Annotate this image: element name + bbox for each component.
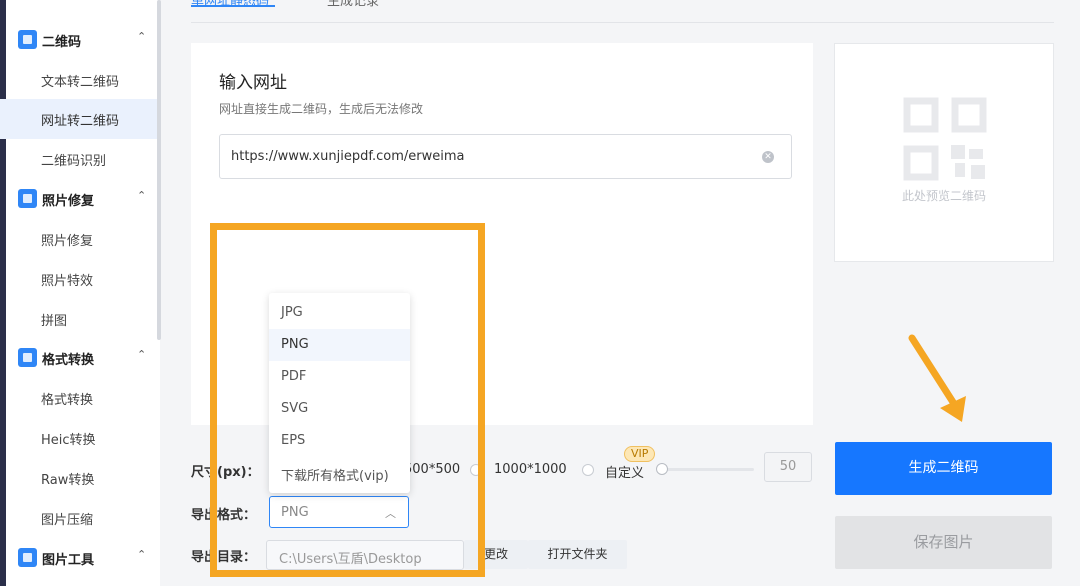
vip-badge: VIP [624, 446, 656, 462]
format-option-jpg[interactable]: JPG [269, 297, 410, 329]
directory-input[interactable]: C:\Users\互盾\Desktop [266, 540, 464, 570]
sidebar-scrollbar[interactable] [157, 0, 161, 340]
size-label: 尺寸(px)： [191, 465, 260, 480]
sidebar-item-label: 照片修复 [41, 234, 94, 249]
sidebar-item-label: 文本转二维码 [41, 75, 120, 90]
save-image-button[interactable]: 保存图片 [835, 516, 1052, 569]
sidebar-item-photo-repair[interactable]: 照片修复 [0, 219, 160, 259]
sidebar-group-label: 照片修复 [42, 194, 95, 209]
tab-history[interactable]: 生成记录 [327, 0, 379, 9]
sidebar-item-label: 网址转二维码 [41, 114, 120, 129]
sidebar-group-label: 图片工具 [42, 553, 95, 568]
format-option-label: SVG [281, 401, 309, 416]
chevron-up-icon: ⌃ [137, 548, 147, 561]
sidebar-item-label: Raw转换 [41, 473, 95, 488]
sidebar-item-collage[interactable]: 拼图 [0, 299, 160, 339]
size-option-custom[interactable]: 自定义 [605, 462, 644, 481]
card-subtitle: 网址直接生成二维码，生成后无法修改 [219, 102, 424, 116]
change-directory-button[interactable]: 更改 [464, 540, 528, 569]
sidebar-group-qrcode[interactable]: 二维码 ⌃ [0, 20, 160, 60]
format-select-value: PNG [281, 505, 309, 520]
image-tools-group-icon [18, 548, 37, 567]
sidebar-item-label: 二维码识别 [41, 154, 107, 169]
format-label: 导出格式： [191, 508, 257, 523]
sidebar-group-photo-repair[interactable]: 照片修复 ⌃ [0, 179, 160, 219]
format-option-label: 下载所有格式(vip) [281, 469, 389, 484]
sidebar-item-label: 拼图 [41, 314, 68, 329]
sidebar-item-label: Heic转换 [41, 433, 96, 448]
tab-divider [191, 22, 1054, 23]
chevron-up-icon: ︿ [385, 507, 396, 520]
directory-label: 导出目录： [191, 550, 257, 565]
sidebar-item-heic-convert[interactable]: Heic转换 [0, 418, 160, 458]
format-option-all[interactable]: 下载所有格式(vip) [269, 457, 410, 489]
photo-group-icon [18, 189, 37, 208]
format-dropdown-menu: JPG PNG PDF SVG EPS 下载所有格式(vip) [269, 293, 410, 493]
sidebar-item-text-to-qr[interactable]: 文本转二维码 [0, 60, 160, 100]
format-option-svg[interactable]: SVG [269, 393, 410, 425]
size-slider-thumb[interactable] [656, 463, 668, 475]
format-option-pdf[interactable]: PDF [269, 361, 410, 393]
annotation-arrow-icon [908, 334, 966, 422]
convert-group-icon [18, 348, 37, 367]
open-folder-button[interactable]: 打开文件夹 [528, 540, 627, 569]
custom-size-input[interactable]: 50 [764, 452, 812, 482]
size-option-500[interactable]: 500*500 [404, 462, 460, 477]
directory-input-value: C:\Users\互盾\Desktop [279, 552, 422, 567]
format-option-png[interactable]: PNG [269, 329, 410, 361]
url-input[interactable]: https://www.xunjiepdf.com/erweima ✕ [219, 134, 792, 179]
sidebar-item-label: 图片压缩 [41, 513, 94, 528]
sidebar-group-label: 二维码 [42, 35, 82, 50]
sidebar-item-image-compress[interactable]: 图片压缩 [0, 498, 160, 538]
sidebar-group-format-convert[interactable]: 格式转换 ⌃ [0, 338, 160, 378]
sidebar-item-url-to-qr[interactable]: 网址转二维码 [0, 99, 160, 139]
size-radio-custom[interactable] [582, 464, 594, 476]
chevron-up-icon: ⌃ [137, 189, 147, 202]
qr-preview-panel: 此处预览二维码 [834, 43, 1054, 262]
sidebar-item-raw-convert[interactable]: Raw转换 [0, 458, 160, 498]
qr-placeholder-icon [903, 97, 987, 181]
url-input-value: https://www.xunjiepdf.com/erweima [231, 149, 465, 164]
size-radio-1000[interactable] [470, 464, 482, 476]
sidebar-item-photo-effects[interactable]: 照片特效 [0, 259, 160, 299]
format-option-label: PDF [281, 369, 307, 384]
chevron-up-icon: ⌃ [137, 30, 147, 43]
sidebar-item-label: 格式转换 [41, 393, 94, 408]
size-slider-track[interactable] [662, 468, 754, 471]
sidebar-item-format-convert[interactable]: 格式转换 [0, 378, 160, 418]
format-option-label: JPG [281, 305, 303, 320]
tab-active-indicator [191, 5, 275, 7]
sidebar-group-label: 格式转换 [42, 353, 95, 368]
chevron-up-icon: ⌃ [137, 348, 147, 361]
format-option-label: EPS [281, 433, 306, 448]
format-option-eps[interactable]: EPS [269, 425, 410, 457]
generate-qr-button[interactable]: 生成二维码 [835, 442, 1052, 495]
sidebar-item-qr-recognize[interactable]: 二维码识别 [0, 139, 160, 179]
preview-caption: 此处预览二维码 [901, 189, 986, 203]
sidebar-item-label: 照片特效 [41, 274, 94, 289]
clear-icon[interactable]: ✕ [762, 151, 774, 163]
card-title: 输入网址 [219, 73, 287, 93]
qr-group-icon [18, 30, 37, 49]
sidebar-group-image-tools[interactable]: 图片工具 ⌃ [0, 538, 160, 578]
format-option-label: PNG [281, 337, 309, 352]
format-select[interactable]: PNG ︿ [269, 496, 409, 528]
sidebar: 二维码 ⌃ 文本转二维码 网址转二维码 二维码识别 照片修复 ⌃ 照片修复 照片… [0, 0, 160, 586]
size-option-1000[interactable]: 1000*1000 [494, 462, 567, 477]
